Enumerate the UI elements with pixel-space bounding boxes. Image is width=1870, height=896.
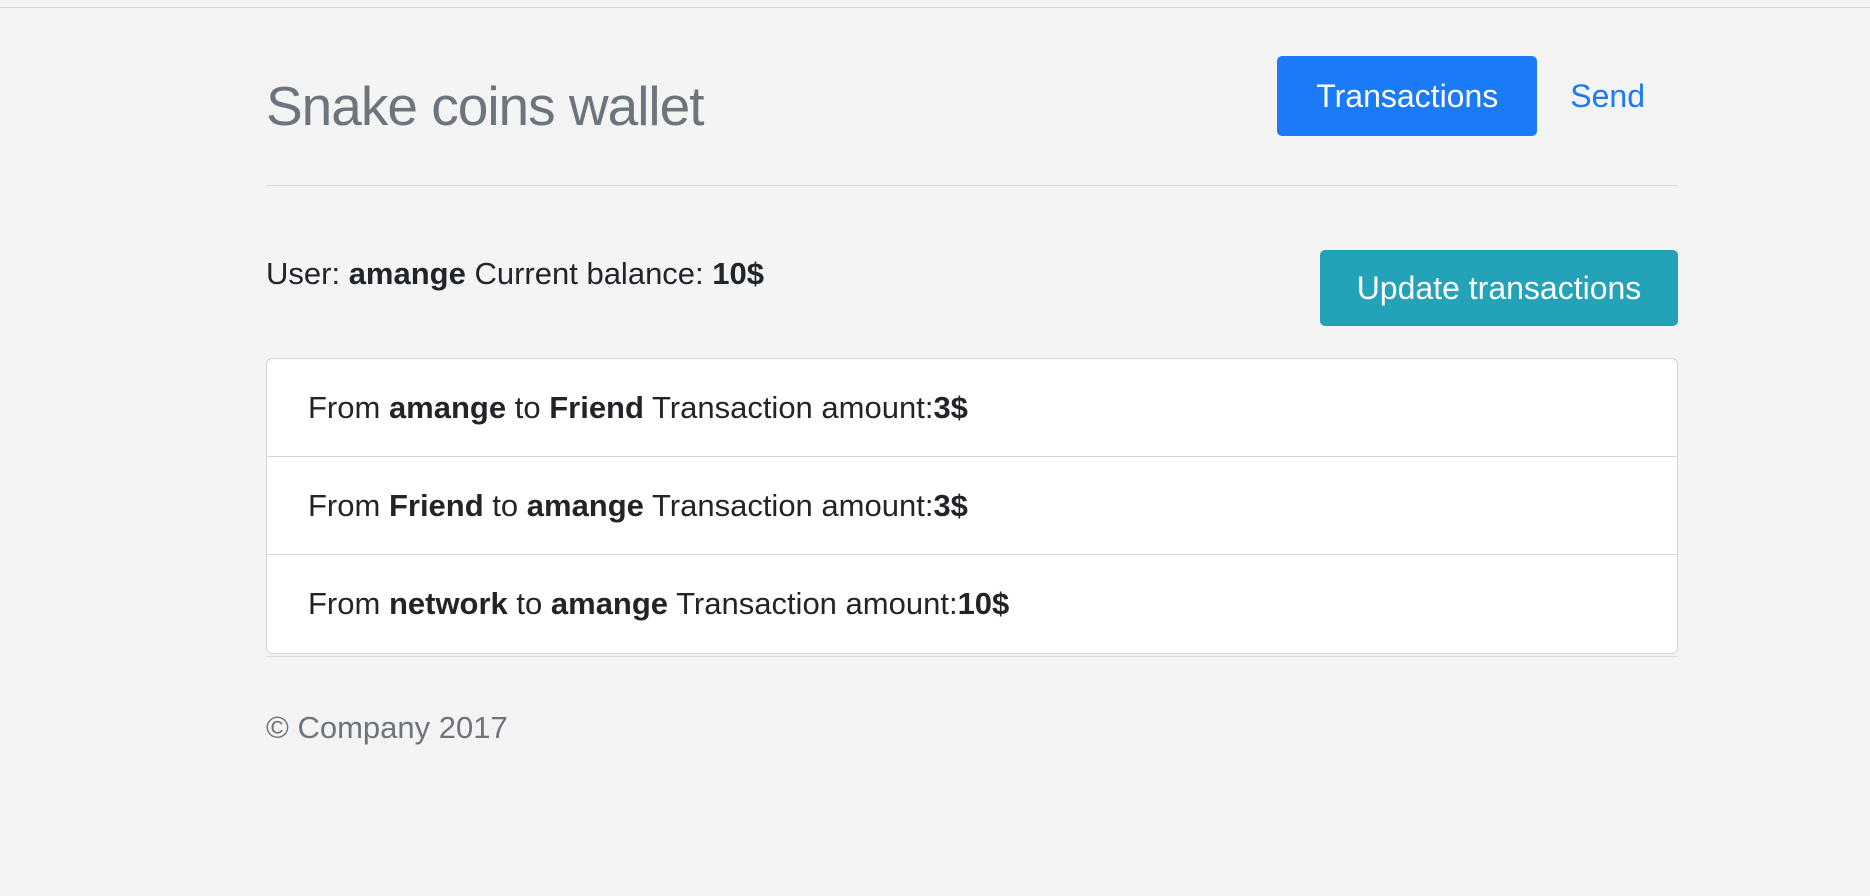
tx-sender: amange	[388, 390, 507, 425]
balance-value: 10$	[712, 256, 765, 291]
tx-amount: 10$	[957, 586, 1010, 621]
balance-prefix: Current balance:	[465, 256, 713, 291]
page-header: Snake coins wallet Transactions Send	[266, 0, 1678, 186]
user-prefix: User:	[266, 256, 349, 291]
to-word: to	[483, 488, 527, 523]
from-word: From	[308, 586, 389, 621]
amount-label: Transaction amount:	[668, 586, 958, 621]
tx-sender: Friend	[388, 488, 484, 523]
transactions-nav-button[interactable]: Transactions	[1277, 56, 1538, 136]
from-word: From	[308, 390, 389, 425]
send-nav-link[interactable]: Send	[1539, 56, 1678, 136]
tx-recipient: amange	[526, 488, 644, 523]
tx-sender: network	[388, 586, 508, 621]
tx-recipient: amange	[550, 586, 669, 621]
transaction-item: From network to amange Transaction amoun…	[267, 555, 1677, 653]
footer-copyright: © Company 2017	[266, 710, 508, 745]
from-word: From	[308, 488, 389, 523]
top-nav: Transactions Send	[1277, 56, 1678, 136]
to-word: to	[507, 586, 551, 621]
tx-amount: 3$	[933, 390, 968, 425]
transaction-item: From Friend to amange Transaction amount…	[267, 457, 1677, 555]
tx-recipient: Friend	[549, 390, 644, 425]
to-word: to	[506, 390, 550, 425]
page-title: Snake coins wallet	[266, 75, 705, 137]
username: amange	[348, 256, 466, 291]
update-transactions-button[interactable]: Update transactions	[1320, 250, 1678, 326]
amount-label: Transaction amount:	[643, 390, 934, 425]
transaction-list: From amange to Friend Transaction amount…	[266, 358, 1678, 654]
tx-amount: 3$	[933, 488, 968, 523]
footer-divider	[266, 656, 1678, 657]
account-status: User: amange Current balance: 10$	[266, 254, 764, 294]
amount-label: Transaction amount:	[643, 488, 934, 523]
transaction-item: From amange to Friend Transaction amount…	[267, 359, 1677, 457]
